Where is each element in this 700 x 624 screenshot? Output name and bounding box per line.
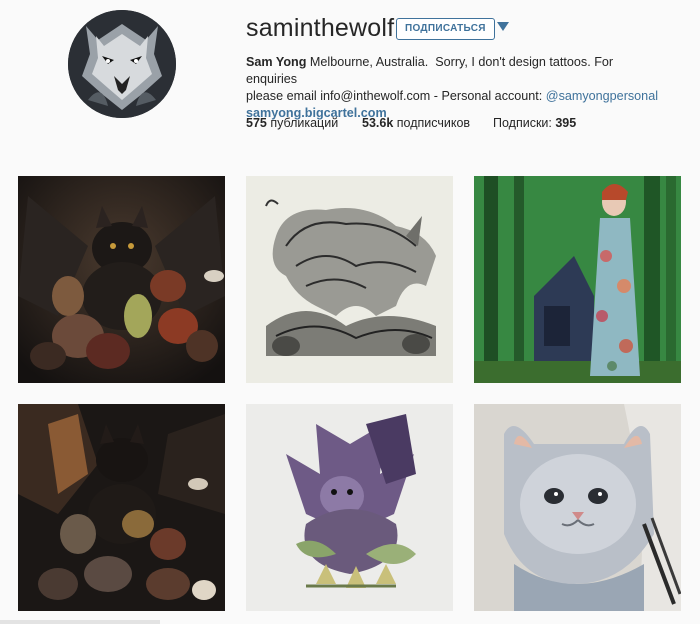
bat-fruit-painting-icon (18, 176, 225, 383)
profile-page: saminthewolf ПОДПИСАТЬСЯ Sam Yong Melbou… (0, 0, 700, 624)
forest-girl-painting-icon (474, 176, 681, 383)
following-label: Подписки: (493, 116, 556, 130)
follow-button[interactable]: ПОДПИСАТЬСЯ (396, 18, 495, 40)
dark-bat-painting-icon (18, 404, 225, 611)
profile-full-name: Sam Yong (246, 55, 307, 69)
triangle-down-icon[interactable] (497, 22, 509, 31)
following-stat[interactable]: Подписки: 395 (493, 116, 576, 130)
following-count: 395 (555, 116, 577, 130)
posts-count: 575 (246, 116, 267, 130)
post-thumbnail-1[interactable] (18, 176, 225, 383)
post-thumbnail-5[interactable] (246, 404, 453, 611)
horizontal-scrollbar[interactable] (0, 620, 160, 624)
followers-count: 53.6k (362, 116, 394, 130)
white-cat-painting-icon (474, 404, 681, 611)
purple-bat-illustration-icon (246, 404, 453, 611)
post-thumbnail-2[interactable] (246, 176, 453, 383)
profile-bio: Sam Yong Melbourne, Australia. ‌‌ Sorry,… (246, 54, 666, 122)
post-thumbnail-4[interactable] (18, 404, 225, 611)
post-thumbnail-3[interactable] (474, 176, 681, 383)
elephant-ink-drawing-icon (246, 176, 453, 383)
avatar[interactable] (68, 10, 176, 118)
followers-stat[interactable]: 53.6k подписчиков (362, 116, 470, 130)
personal-account-link[interactable]: @samyongpersonal (546, 89, 658, 103)
post-thumbnail-6[interactable] (474, 404, 681, 611)
followers-label: подписчиков (393, 116, 471, 130)
wolf-avatar-icon (68, 10, 176, 118)
posts-label: публикаций (266, 116, 339, 130)
profile-username: saminthewolf (246, 14, 395, 42)
bio-text-line2: please email info@inthewolf.com - Person… (246, 89, 546, 103)
posts-stat: 575 публикаций (246, 116, 338, 130)
